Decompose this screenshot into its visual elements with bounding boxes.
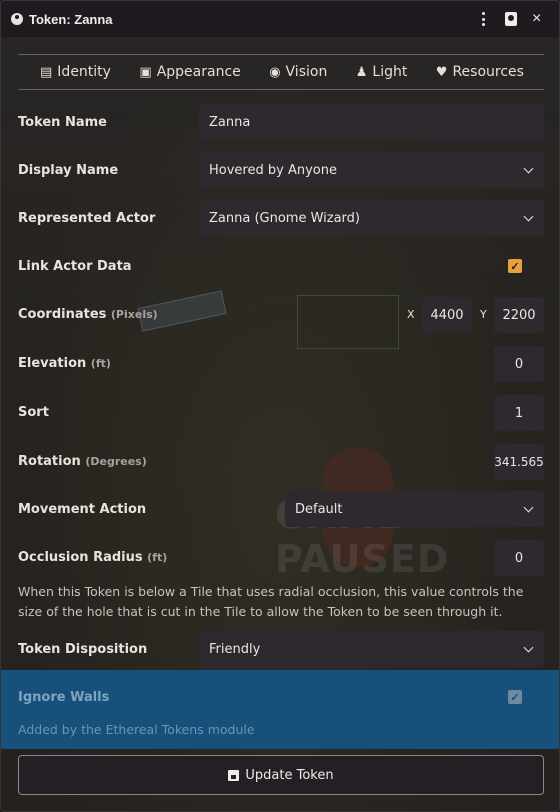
y-coordinate-input[interactable]: 2200 — [494, 297, 544, 333]
tab-identity[interactable]: ▤ Identity — [40, 64, 111, 80]
movement-action-select[interactable]: Default — [285, 491, 544, 527]
tab-light[interactable]: ♟ Light — [356, 64, 408, 80]
ignore-walls-checkbox[interactable]: ✓ — [508, 690, 522, 704]
token-disposition-label: Token Disposition — [18, 641, 148, 657]
elevation-label-text: Elevation — [18, 355, 87, 371]
save-icon — [228, 769, 240, 781]
rotation-label: Rotation (Degrees) — [18, 454, 147, 469]
rotation-label-text: Rotation — [18, 453, 81, 469]
rotation-unit: (Degrees) — [85, 454, 147, 468]
tab-bar: ▤ Identity ▣ Appearance ◉ Vision ♟ Light… — [18, 54, 544, 90]
coordinates-label: Coordinates (Pixels) — [18, 307, 158, 322]
y-label: Y — [480, 308, 487, 321]
elevation-row: Elevation (ft) — [18, 344, 544, 382]
tab-label: Resources — [452, 64, 524, 80]
display-name-select[interactable]: Hovered by Anyone — [199, 152, 544, 188]
token-name-input[interactable]: Zanna — [199, 104, 544, 140]
x-label: X — [407, 308, 415, 321]
represented-actor-select[interactable]: Zanna (Gnome Wizard) — [199, 200, 544, 236]
display-name-label: Display Name — [18, 162, 119, 178]
link-actor-data-row: Link Actor Data — [18, 247, 544, 285]
occlusion-radius-input[interactable]: 0 — [494, 540, 544, 576]
lightbulb-icon: ♟ — [355, 64, 368, 80]
rotation-input[interactable]: 341.565 — [494, 444, 544, 480]
movement-action-label: Movement Action — [18, 501, 147, 517]
occlusion-radius-row: Occlusion Radius (ft) — [18, 538, 544, 576]
tab-label: Identity — [57, 64, 111, 80]
token-disposition-select[interactable]: Friendly — [199, 631, 544, 667]
tab-resources[interactable]: ♥ Resources — [436, 64, 524, 80]
configure-sheet-icon[interactable] — [505, 12, 517, 26]
elevation-input[interactable]: 0 — [494, 346, 544, 382]
sort-input[interactable]: 1 — [494, 395, 544, 431]
token-name-label: Token Name — [18, 114, 107, 130]
coordinates-label-text: Coordinates — [18, 306, 107, 322]
tab-vision[interactable]: ◉ Vision — [269, 64, 327, 80]
sort-row: Sort — [18, 393, 544, 431]
elevation-label: Elevation (ft) — [18, 356, 111, 371]
x-coordinate-input[interactable]: 4400 — [422, 297, 472, 333]
sort-label: Sort — [18, 404, 49, 420]
close-icon[interactable]: × — [532, 10, 541, 28]
user-circle-icon — [11, 13, 23, 25]
tab-appearance[interactable]: ▣ Appearance — [139, 64, 240, 80]
ignore-walls-label: Ignore Walls — [18, 689, 110, 705]
tab-label: Vision — [285, 64, 328, 80]
id-card-icon: ▤ — [40, 64, 53, 80]
more-options-icon[interactable] — [479, 12, 487, 26]
represented-actor-label: Represented Actor — [18, 210, 156, 226]
occlusion-hint-text: When this Token is below a Tile that use… — [18, 584, 524, 619]
link-actor-data-label: Link Actor Data — [18, 258, 132, 274]
tab-label: Appearance — [156, 64, 241, 80]
heart-icon: ♥ — [435, 64, 448, 80]
tab-label: Light — [372, 64, 408, 80]
eye-icon: ◉ — [269, 64, 281, 80]
update-token-label: Update Token — [245, 767, 334, 783]
coordinates-unit: (Pixels) — [110, 307, 158, 321]
token-config-window: GAME PAUSED Token: Zanna × ▤ Identity ▣ … — [0, 0, 560, 812]
link-actor-data-checkbox[interactable]: ✓ — [508, 259, 522, 273]
rotation-row: Rotation (Degrees) — [18, 442, 544, 480]
occlusion-radius-unit: (ft) — [147, 550, 168, 564]
window-titlebar[interactable]: Token: Zanna × — [1, 1, 559, 37]
update-token-button[interactable]: Update Token — [18, 755, 544, 795]
window-title: Token: Zanna — [29, 11, 113, 27]
occlusion-radius-label-text: Occlusion Radius — [18, 549, 143, 565]
portrait-icon: ▣ — [139, 64, 152, 80]
elevation-unit: (ft) — [90, 356, 111, 370]
ignore-walls-row: Ignore Walls — [18, 678, 544, 716]
ignore-walls-note: Added by the Ethereal Tokens module — [18, 722, 255, 737]
occlusion-radius-label: Occlusion Radius (ft) — [18, 550, 167, 565]
ignore-walls-section: Ignore Walls ✓ Added by the Ethereal Tok… — [1, 670, 559, 749]
